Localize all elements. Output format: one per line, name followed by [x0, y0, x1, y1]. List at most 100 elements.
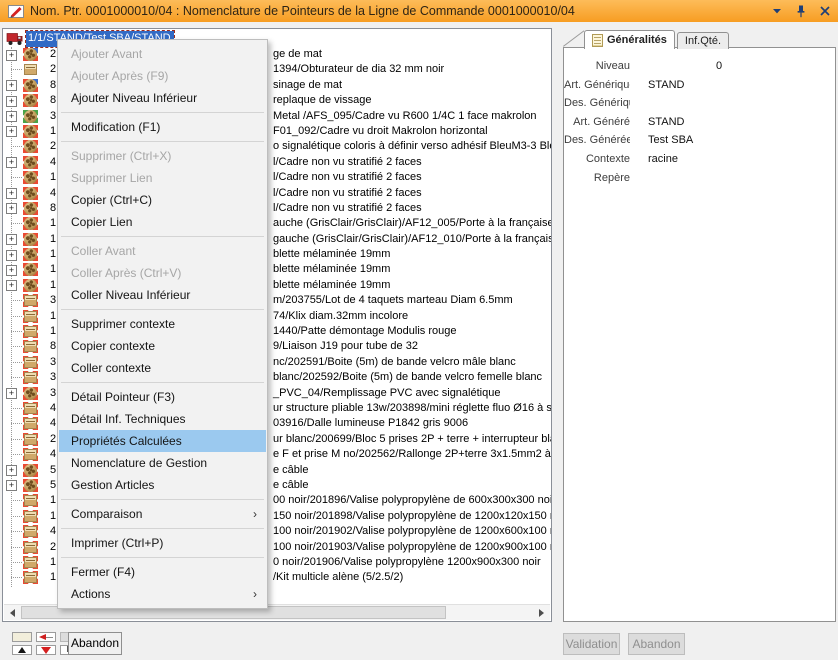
field-row: Art. GénériqueSTAND: [564, 76, 835, 95]
box-icon: [23, 556, 38, 569]
row-quantity: 5: [50, 463, 56, 478]
menu-item[interactable]: Copier contexte: [59, 335, 266, 357]
expander-icon[interactable]: +: [6, 157, 17, 168]
menu-item[interactable]: Ajouter Après (F9): [59, 65, 266, 87]
expander-icon[interactable]: +: [6, 388, 17, 399]
menu-item[interactable]: Supprimer contexte: [59, 313, 266, 335]
expander-icon[interactable]: +: [6, 234, 17, 245]
context-menu: Ajouter AvantAjouter Après (F9)Ajouter N…: [57, 39, 268, 609]
expander-icon[interactable]: +: [6, 280, 17, 291]
row-quantity: 1: [50, 555, 56, 570]
scroll-right-button[interactable]: [533, 605, 550, 620]
menu-item[interactable]: Coller Niveau Inférieur: [59, 284, 266, 306]
row-quantity: 2: [50, 47, 56, 62]
expander-icon[interactable]: +: [6, 188, 17, 199]
tree-connector: [11, 69, 22, 70]
menu-item[interactable]: Imprimer (Ctrl+P): [59, 532, 266, 554]
nav-blank-button[interactable]: [12, 632, 32, 642]
row-quantity: 1: [50, 232, 56, 247]
field-value: 0: [716, 57, 722, 76]
close-icon[interactable]: [820, 6, 830, 16]
expander-icon[interactable]: +: [6, 203, 17, 214]
row-label: blette mélaminée 19mm: [273, 262, 390, 277]
box-icon: [23, 356, 38, 369]
row-quantity: 2: [50, 139, 56, 154]
nav-flag-button[interactable]: [36, 632, 56, 642]
row-label: blette mélaminée 19mm: [273, 278, 390, 293]
menu-item[interactable]: Propriétés Calculées: [59, 430, 266, 452]
row-quantity: 1: [50, 493, 56, 508]
menu-item[interactable]: Modification (F1): [59, 116, 266, 138]
row-label: Metal /AFS_095/Cadre vu R600 1/4C 1 face…: [273, 109, 537, 124]
abandon-button[interactable]: Abandon: [68, 632, 122, 655]
row-quantity: 1: [50, 170, 56, 185]
row-label: ur structure pliable 13w/203898/mini rég…: [273, 401, 552, 416]
field-label: Niveau: [564, 57, 630, 76]
part-icon: [23, 110, 38, 123]
tree-connector: [11, 223, 22, 224]
validation-button[interactable]: Validation: [563, 633, 620, 655]
row-quantity: 1: [50, 570, 56, 585]
nav-down-button[interactable]: [36, 645, 56, 655]
row-quantity: 1: [50, 216, 56, 231]
row-quantity: 1: [50, 247, 56, 262]
menu-item[interactable]: Actions›: [59, 583, 266, 605]
expander-icon[interactable]: +: [6, 480, 17, 491]
menu-item[interactable]: Comparaison›: [59, 503, 266, 525]
tree-connector: [11, 562, 22, 563]
row-quantity: 2: [50, 62, 56, 77]
row-label: 0 noir/201906/Valise polypropylène 1200x…: [273, 555, 541, 570]
tree-connector: [11, 346, 22, 347]
field-value: STAND: [648, 113, 684, 132]
part-icon: [23, 48, 38, 61]
row-quantity: 5: [50, 478, 56, 493]
row-label: sinage de mat: [273, 78, 342, 93]
row-quantity: 2: [50, 540, 56, 555]
triangle-right-icon: [539, 609, 544, 617]
submenu-arrow-icon: ›: [253, 503, 257, 525]
scroll-left-button[interactable]: [4, 605, 21, 620]
row-quantity: 8: [50, 339, 56, 354]
row-label: 00 noir/201896/Valise polypropylène de 6…: [273, 493, 552, 508]
tab-label: Inf.Qté.: [685, 35, 721, 47]
expander-icon[interactable]: +: [6, 250, 17, 261]
menu-item[interactable]: Fermer (F4): [59, 561, 266, 583]
box-icon: [23, 494, 38, 507]
expander-icon[interactable]: +: [6, 50, 17, 61]
expander-icon[interactable]: +: [6, 465, 17, 476]
tab-generalites[interactable]: Généralités: [584, 30, 675, 49]
menu-item[interactable]: Supprimer Lien: [59, 167, 266, 189]
tree-connector: [11, 577, 22, 578]
abandon-button-right[interactable]: Abandon: [628, 633, 685, 655]
menu-item[interactable]: Coller Avant: [59, 240, 266, 262]
menu-item[interactable]: Copier (Ctrl+C): [59, 189, 266, 211]
document-edit-icon: [8, 4, 24, 19]
menu-item[interactable]: Coller Après (Ctrl+V): [59, 262, 266, 284]
menu-item[interactable]: Gestion Articles: [59, 474, 266, 496]
flag-stem: [46, 637, 53, 638]
pin-icon[interactable]: [796, 5, 806, 18]
row-label: /Kit multicle alène (5/2.5/2): [273, 570, 403, 585]
row-quantity: 1: [50, 124, 56, 139]
menu-item[interactable]: Ajouter Avant: [59, 43, 266, 65]
nav-up-button[interactable]: [12, 645, 32, 655]
menu-item[interactable]: Copier Lien: [59, 211, 266, 233]
field-label: Repère: [564, 169, 630, 188]
expander-icon[interactable]: +: [6, 96, 17, 107]
menu-item[interactable]: Ajouter Niveau Inférieur: [59, 87, 266, 109]
menu-item[interactable]: Coller contexte: [59, 357, 266, 379]
triangle-down-icon: [41, 647, 51, 654]
expander-icon[interactable]: +: [6, 126, 17, 137]
tab-inf-qte[interactable]: Inf.Qté.: [677, 32, 729, 49]
row-label: ur blanc/200699/Bloc 5 prises 2P + terre…: [273, 432, 552, 447]
expander-icon[interactable]: +: [6, 265, 17, 276]
field-value: STAND: [648, 76, 684, 95]
menu-item[interactable]: Détail Inf. Techniques: [59, 408, 266, 430]
part-icon: [23, 202, 38, 215]
chevron-down-icon[interactable]: [772, 7, 782, 15]
expander-icon[interactable]: +: [6, 111, 17, 122]
menu-item[interactable]: Détail Pointeur (F3): [59, 386, 266, 408]
menu-item[interactable]: Supprimer (Ctrl+X): [59, 145, 266, 167]
menu-item[interactable]: Nomenclature de Gestion: [59, 452, 266, 474]
expander-icon[interactable]: +: [6, 80, 17, 91]
